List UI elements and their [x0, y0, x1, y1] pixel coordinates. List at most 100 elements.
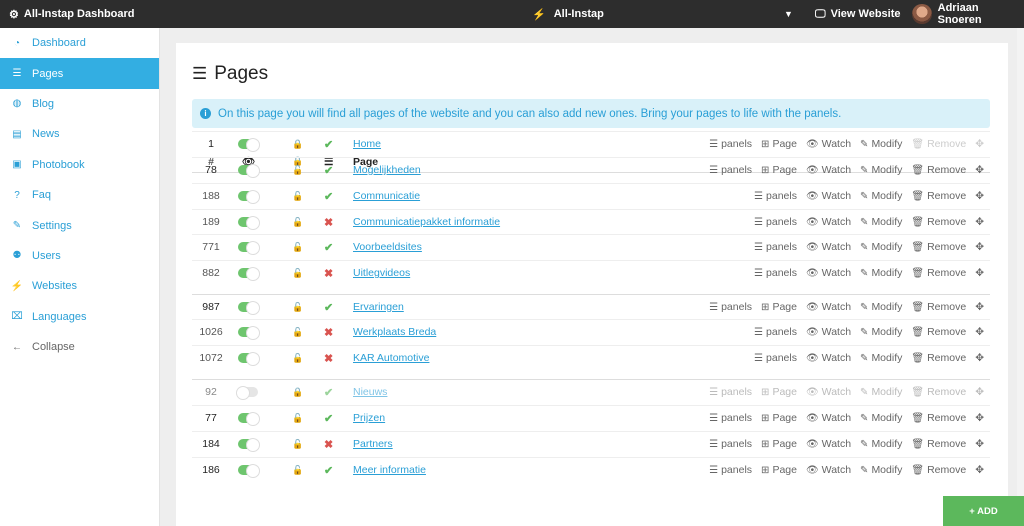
- page-link[interactable]: Ervaringen: [353, 301, 404, 313]
- panels-button[interactable]: ☰ panels: [754, 216, 797, 228]
- visibility-toggle[interactable]: [238, 235, 260, 259]
- remove-button[interactable]: 🗑 Remove: [911, 412, 966, 424]
- panels-button[interactable]: ☰ panels: [709, 412, 752, 424]
- page-link[interactable]: Communicatie: [353, 190, 420, 202]
- watch-button[interactable]: 👁 Watch: [806, 301, 851, 313]
- visibility-toggle[interactable]: [238, 132, 260, 156]
- visibility-toggle[interactable]: [238, 261, 260, 285]
- move-handle-icon[interactable]: ✥: [975, 216, 984, 228]
- panels-button[interactable]: ☰ panels: [754, 267, 797, 279]
- modify-button[interactable]: ✎ Modify: [860, 386, 902, 398]
- move-handle-icon[interactable]: ✥: [975, 438, 984, 450]
- lock-open-icon[interactable]: 🔓: [292, 432, 303, 456]
- sidebar-item-collapse[interactable]: ← Collapse: [0, 332, 159, 362]
- visibility-toggle[interactable]: [238, 458, 260, 482]
- modify-button[interactable]: ✎ Modify: [860, 267, 902, 279]
- modify-button[interactable]: ✎ Modify: [860, 352, 902, 364]
- modify-button[interactable]: ✎ Modify: [860, 412, 902, 424]
- move-handle-icon[interactable]: ✥: [975, 326, 984, 338]
- panels-button[interactable]: ☰ panels: [754, 190, 797, 202]
- move-handle-icon[interactable]: ✥: [975, 190, 984, 202]
- page-link[interactable]: Nieuws: [353, 386, 387, 398]
- remove-button[interactable]: 🗑 Remove: [911, 326, 966, 338]
- toggle-switch[interactable]: [238, 241, 260, 255]
- lock-open-icon[interactable]: 🔓: [292, 261, 303, 285]
- visibility-toggle[interactable]: [238, 158, 260, 182]
- move-handle-icon[interactable]: ✥: [975, 241, 984, 253]
- visibility-toggle[interactable]: [238, 184, 260, 208]
- remove-button[interactable]: 🗑 Remove: [911, 164, 966, 176]
- view-website-link[interactable]: 🖵 View Website: [815, 0, 901, 28]
- user-menu[interactable]: Adriaan Snoeren: [912, 0, 1024, 28]
- watch-button[interactable]: 👁 Watch: [806, 464, 851, 476]
- page-link[interactable]: KAR Automotive: [353, 352, 429, 364]
- panels-button[interactable]: ☰ panels: [709, 464, 752, 476]
- lock-closed-icon[interactable]: 🔒: [292, 132, 303, 156]
- sidebar-item-dashboard[interactable]: ◔ Dashboard: [0, 28, 159, 58]
- add-page-button[interactable]: ⊞ Page: [761, 138, 797, 150]
- lock-closed-icon[interactable]: 🔒: [292, 380, 303, 404]
- move-handle-icon[interactable]: ✥: [975, 138, 984, 150]
- sidebar-item-pages[interactable]: ☰ Pages: [0, 58, 159, 89]
- lock-open-icon[interactable]: 🔓: [292, 406, 303, 430]
- modify-button[interactable]: ✎ Modify: [860, 190, 902, 202]
- remove-button[interactable]: 🗑 Remove: [911, 438, 966, 450]
- lock-open-icon[interactable]: 🔓: [292, 458, 303, 482]
- add-button[interactable]: + ADD: [943, 496, 1024, 526]
- lock-open-icon[interactable]: 🔓: [292, 295, 303, 319]
- panels-button[interactable]: ☰ panels: [709, 301, 752, 313]
- remove-button[interactable]: 🗑 Remove: [911, 267, 966, 279]
- toggle-switch[interactable]: [238, 267, 260, 281]
- page-link[interactable]: Partners: [353, 438, 393, 450]
- add-page-button[interactable]: ⊞ Page: [761, 164, 797, 176]
- toggle-switch[interactable]: [238, 352, 260, 366]
- modify-button[interactable]: ✎ Modify: [860, 326, 902, 338]
- remove-button[interactable]: 🗑 Remove: [911, 464, 966, 476]
- move-handle-icon[interactable]: ✥: [975, 267, 984, 279]
- modify-button[interactable]: ✎ Modify: [860, 164, 902, 176]
- watch-button[interactable]: 👁 Watch: [806, 438, 851, 450]
- page-link[interactable]: Communicatiepakket informatie: [353, 216, 500, 228]
- watch-button[interactable]: 👁 Watch: [806, 216, 851, 228]
- remove-button[interactable]: 🗑 Remove: [911, 190, 966, 202]
- page-link[interactable]: Home: [353, 138, 381, 150]
- sidebar-item-photobook[interactable]: ▣ Photobook: [0, 150, 159, 180]
- lock-open-icon[interactable]: 🔓: [292, 346, 303, 370]
- move-handle-icon[interactable]: ✥: [975, 352, 984, 364]
- toggle-switch[interactable]: [236, 386, 258, 400]
- sidebar-item-blog[interactable]: ◍ Blog: [0, 89, 159, 119]
- lock-open-icon[interactable]: 🔓: [292, 184, 303, 208]
- watch-button[interactable]: 👁 Watch: [806, 326, 851, 338]
- add-page-button[interactable]: ⊞ Page: [761, 412, 797, 424]
- lock-open-icon[interactable]: 🔓: [292, 235, 303, 259]
- lock-open-icon[interactable]: 🔓: [292, 320, 303, 344]
- move-handle-icon[interactable]: ✥: [975, 301, 984, 313]
- toggle-switch[interactable]: [238, 164, 260, 178]
- toggle-switch[interactable]: [238, 301, 260, 315]
- watch-button[interactable]: 👁 Watch: [806, 352, 851, 364]
- add-page-button[interactable]: ⊞ Page: [761, 386, 797, 398]
- add-page-button[interactable]: ⊞ Page: [761, 438, 797, 450]
- move-handle-icon[interactable]: ✥: [975, 386, 984, 398]
- sidebar-item-settings[interactable]: ✎ Settings: [0, 210, 159, 240]
- sidebar-item-languages[interactable]: ⌧ Languages: [0, 302, 159, 332]
- move-handle-icon[interactable]: ✥: [975, 412, 984, 424]
- panels-button[interactable]: ☰ panels: [709, 164, 752, 176]
- page-link[interactable]: Voorbeeldsites: [353, 241, 422, 253]
- page-link[interactable]: Meer informatie: [353, 464, 426, 476]
- modify-button[interactable]: ✎ Modify: [860, 216, 902, 228]
- caret-down-icon[interactable]: ▼: [784, 9, 793, 19]
- add-page-button[interactable]: ⊞ Page: [761, 301, 797, 313]
- modify-button[interactable]: ✎ Modify: [860, 464, 902, 476]
- watch-button[interactable]: 👁 Watch: [806, 267, 851, 279]
- sidebar-item-websites[interactable]: ⚡ Websites: [0, 271, 159, 301]
- toggle-switch[interactable]: [238, 216, 260, 230]
- lock-open-icon[interactable]: 🔓: [292, 158, 303, 182]
- visibility-toggle[interactable]: [238, 210, 260, 234]
- lock-open-icon[interactable]: 🔓: [292, 210, 303, 234]
- page-link[interactable]: Prijzen: [353, 412, 385, 424]
- modify-button[interactable]: ✎ Modify: [860, 241, 902, 253]
- sidebar-item-users[interactable]: ⚉ Users: [0, 241, 159, 271]
- visibility-toggle[interactable]: [238, 406, 260, 430]
- modify-button[interactable]: ✎ Modify: [860, 138, 902, 150]
